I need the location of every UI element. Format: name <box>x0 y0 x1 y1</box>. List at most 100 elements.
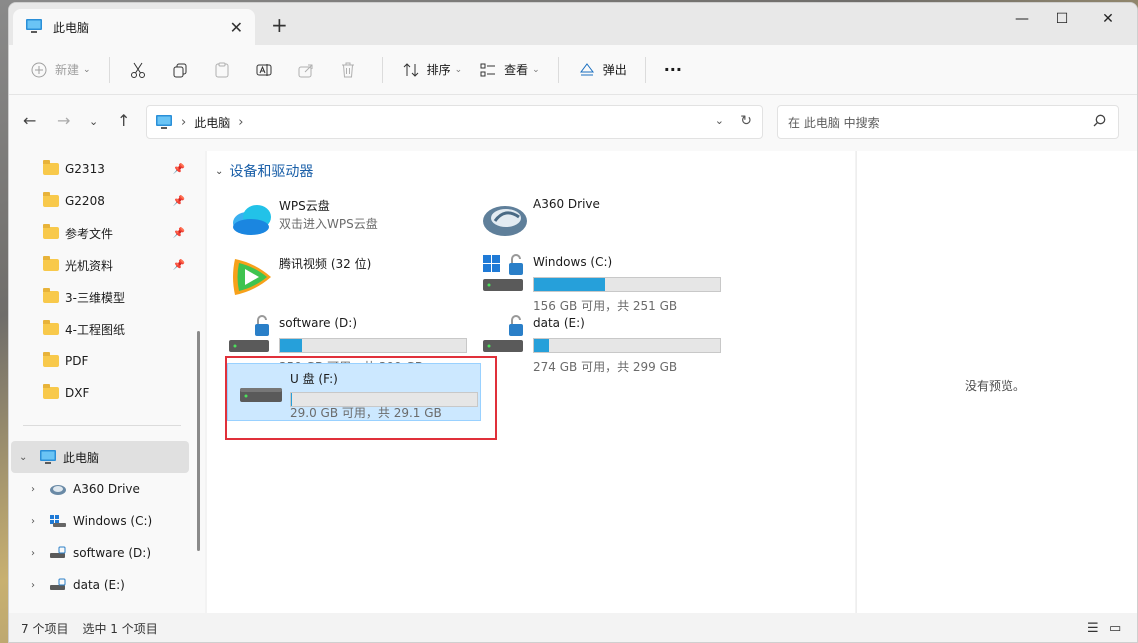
new-tab-button[interactable]: + <box>271 13 288 37</box>
close-window-button[interactable]: ✕ <box>1085 3 1131 35</box>
chevron-down-icon: ⌄ <box>532 64 540 75</box>
toolbar-divider <box>557 56 559 83</box>
sidebar-item-pdf[interactable]: PDF <box>11 345 189 377</box>
title-bar: 此电脑 ✕ + — ☐ ✕ <box>9 3 1137 45</box>
forward-arrow-icon[interactable]: → <box>57 111 70 130</box>
sidebar-item-optics-docs[interactable]: 光机资料 📌 <box>11 249 189 281</box>
chevron-down-icon[interactable]: ⌄ <box>19 452 27 463</box>
sidebar-item-software-d[interactable]: › software (D:) <box>11 537 189 569</box>
pin-icon: 📌 <box>172 227 185 239</box>
chevron-right-icon[interactable]: › <box>31 516 35 527</box>
drive-usage-fill <box>280 339 303 352</box>
sidebar-item-3d-models[interactable]: 3-三维模型 <box>11 281 189 313</box>
cut-button[interactable] <box>120 53 162 87</box>
drive-usage-bar <box>533 338 721 353</box>
delete-button[interactable] <box>330 53 372 87</box>
file-list-pane: ⌄ 设备和驱动器 WPS云盘 双击进入WPS云盘 A360 Drive 腾讯视频… <box>207 151 855 613</box>
tile-a360-drive[interactable]: A360 Drive <box>471 191 725 249</box>
windows-drive-icon <box>481 253 529 301</box>
paste-icon <box>212 60 232 80</box>
sidebar-item-this-pc[interactable]: ⌄ 此电脑 <box>11 441 189 473</box>
tile-name: software (D:) <box>279 316 357 330</box>
chevron-down-icon[interactable]: ⌄ <box>215 166 223 177</box>
sidebar-item-label: G2313 <box>65 162 105 176</box>
tile-windows-c[interactable]: Windows (C:) 156 GB 可用，共 251 GB <box>471 249 725 313</box>
search-icon[interactable] <box>1093 114 1106 131</box>
tile-wps-cloud[interactable]: WPS云盘 双击进入WPS云盘 <box>217 191 471 249</box>
pin-icon: 📌 <box>172 163 185 175</box>
tile-subtitle: 双击进入WPS云盘 <box>279 217 378 231</box>
chevron-down-icon: ⌄ <box>83 64 91 75</box>
group-header[interactable]: ⌄ 设备和驱动器 <box>215 161 313 181</box>
toolbar-divider <box>381 56 383 83</box>
drive-icon <box>49 578 67 592</box>
share-button[interactable] <box>288 53 330 87</box>
sidebar-item-label: PDF <box>65 354 89 368</box>
sidebar-item-reference-files[interactable]: 参考文件 📌 <box>11 217 189 249</box>
details-view-icon[interactable]: ☰ <box>1087 621 1099 636</box>
paste-button[interactable] <box>204 53 246 87</box>
sidebar-item-dxf[interactable]: DXF <box>11 377 189 409</box>
tile-data-e[interactable]: data (E:) 274 GB 可用，共 299 GB <box>471 310 725 374</box>
pin-icon: 📌 <box>172 195 185 207</box>
sort-button[interactable]: 排序 ⌄ <box>393 53 471 87</box>
sidebar-item-drawings[interactable]: 4-工程图纸 <box>11 313 189 345</box>
tile-tencent-video[interactable]: 腾讯视频 (32 位) <box>217 249 471 307</box>
item-count: 7 个项目 <box>21 622 69 636</box>
sidebar-item-label: 4-工程图纸 <box>65 322 125 337</box>
sidebar-item-a360-drive[interactable]: › A360 Drive <box>11 473 189 505</box>
windows-drive-icon <box>49 514 67 528</box>
sidebar-item-g2208[interactable]: G2208 📌 <box>11 185 189 217</box>
tile-name: WPS云盘 <box>279 199 330 213</box>
chevron-right-icon[interactable]: › <box>31 484 35 495</box>
chevron-right-icon[interactable]: › <box>31 548 35 559</box>
more-button[interactable]: ··· <box>656 53 690 87</box>
navigation-row: ← → ⌄ ↑ › 此电脑 › ⌄ ↻ 在 此电脑 中搜索 <box>9 95 1137 151</box>
rename-button[interactable] <box>246 53 288 87</box>
sort-icon <box>401 60 421 80</box>
folder-icon <box>43 288 59 303</box>
up-arrow-icon[interactable]: ↑ <box>117 111 130 130</box>
sidebar-scrollbar[interactable] <box>197 331 200 551</box>
sidebar-item-label: software (D:) <box>73 546 151 560</box>
sidebar-item-g2313[interactable]: G2313 📌 <box>11 153 189 185</box>
back-arrow-icon[interactable]: ← <box>23 111 36 130</box>
search-placeholder: 在 此电脑 中搜索 <box>788 115 880 130</box>
recent-locations-chevron-icon[interactable]: ⌄ <box>89 115 98 128</box>
folder-icon <box>43 384 59 399</box>
address-history-chevron-icon[interactable]: ⌄ <box>715 114 724 127</box>
breadcrumb-chevron-icon[interactable]: › <box>181 115 186 130</box>
search-input[interactable]: 在 此电脑 中搜索 <box>777 105 1119 139</box>
address-bar[interactable]: › 此电脑 › ⌄ ↻ <box>146 105 763 139</box>
tile-subtitle: 274 GB 可用，共 299 GB <box>533 360 678 374</box>
sidebar-item-data-e[interactable]: › data (E:) <box>11 569 189 601</box>
computer-icon <box>25 18 43 37</box>
refresh-icon[interactable]: ↻ <box>740 113 752 129</box>
tab-this-pc[interactable]: 此电脑 ✕ <box>13 9 255 45</box>
drive-usage-fill <box>534 339 549 352</box>
sidebar-item-label: 3-三维模型 <box>65 290 125 305</box>
chevron-right-icon[interactable]: › <box>31 580 35 591</box>
drive-usage-bar <box>279 338 467 353</box>
breadcrumb-chevron-icon[interactable]: › <box>238 115 243 130</box>
maximize-button[interactable]: ☐ <box>1039 3 1085 35</box>
copy-button[interactable] <box>162 53 204 87</box>
a360-icon <box>481 195 529 243</box>
eject-button[interactable]: 弹出 <box>569 53 635 87</box>
breadcrumb-this-pc[interactable]: 此电脑 <box>194 114 230 131</box>
preview-pane: 没有预览。 <box>856 151 1137 613</box>
rename-icon <box>254 60 274 80</box>
pin-icon: 📌 <box>172 259 185 271</box>
sidebar-divider <box>23 425 181 426</box>
tile-name: A360 Drive <box>533 197 600 211</box>
close-tab-icon[interactable]: ✕ <box>230 18 243 37</box>
tile-name: data (E:) <box>533 316 585 330</box>
view-button[interactable]: 查看 ⌄ <box>470 53 548 87</box>
tiles-view-icon[interactable]: ▭ <box>1109 621 1121 636</box>
drive-usage-bar <box>533 277 721 292</box>
sidebar-item-label: 参考文件 <box>65 226 114 241</box>
tile-name: Windows (C:) <box>533 255 613 269</box>
folder-icon <box>43 192 59 207</box>
sidebar-item-windows-c[interactable]: › Windows (C:) <box>11 505 189 537</box>
new-button[interactable]: 新建 ⌄ <box>21 53 99 87</box>
